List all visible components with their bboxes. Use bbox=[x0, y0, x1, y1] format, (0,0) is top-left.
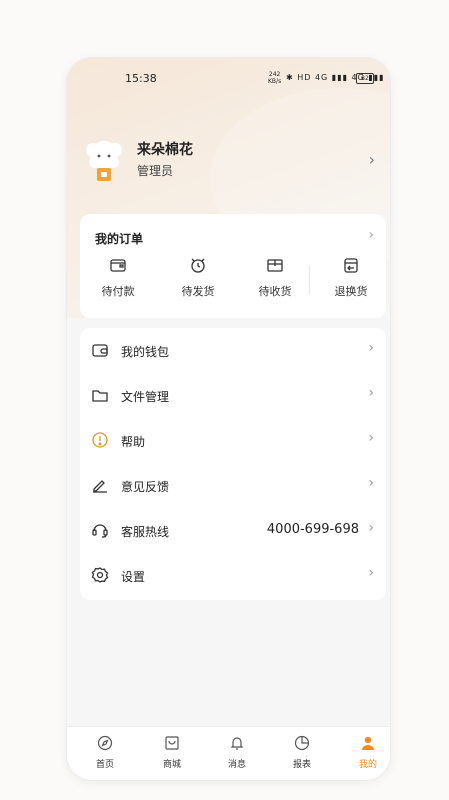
chevron-right-icon[interactable]: › bbox=[368, 227, 374, 243]
tab-label: 商城 bbox=[162, 760, 181, 770]
menu-item-feedback[interactable]: 意见反馈 › bbox=[80, 463, 386, 508]
menu-label: 设置 bbox=[121, 570, 146, 584]
pen-icon bbox=[93, 480, 107, 493]
compass-icon bbox=[97, 735, 113, 751]
tab-reports[interactable]: 报表 bbox=[282, 735, 322, 770]
battery-icon: 82 bbox=[356, 73, 374, 84]
menu-label: 文件管理 bbox=[121, 390, 170, 404]
tab-label: 我的 bbox=[358, 760, 377, 770]
menu-label: 我的钱包 bbox=[121, 345, 170, 359]
phone-screen: 15:38 242 KB/s ✱ HD 4G ▮▮▮ 4G ▮▮▮ 82 来朵棉花… bbox=[66, 57, 391, 781]
tab-messages[interactable]: 消息 bbox=[217, 735, 257, 770]
order-label: 待付款 bbox=[101, 285, 135, 298]
user-name: 来朵棉花 bbox=[137, 142, 193, 158]
order-label: 待发货 bbox=[181, 285, 215, 298]
status-time: 15:38 bbox=[125, 72, 157, 85]
order-returns[interactable]: 退换货 bbox=[316, 256, 386, 299]
menu-item-settings[interactable]: 设置 › bbox=[80, 553, 386, 598]
folder-icon bbox=[92, 390, 108, 402]
user-role: 管理员 bbox=[137, 164, 174, 178]
person-icon bbox=[362, 736, 374, 750]
alarm-clock-icon bbox=[191, 258, 205, 273]
bottom-tab-bar: 首页 商城 消息 报表 我的 bbox=[67, 726, 390, 780]
pie-chart-icon bbox=[294, 735, 310, 751]
tab-label: 报表 bbox=[292, 760, 311, 770]
chevron-right-icon: › bbox=[368, 520, 374, 536]
menu-label: 意见反馈 bbox=[121, 480, 170, 494]
chevron-right-icon: › bbox=[368, 340, 374, 356]
chevron-right-icon: › bbox=[368, 565, 374, 581]
tab-label: 首页 bbox=[95, 760, 114, 770]
net-speed-value: 242 bbox=[268, 71, 281, 78]
help-icon bbox=[92, 432, 108, 448]
divider bbox=[309, 266, 310, 294]
wallet-icon bbox=[92, 344, 108, 357]
menu-item-wallet[interactable]: 我的钱包 › bbox=[80, 328, 386, 373]
order-to-ship[interactable]: 待发货 bbox=[163, 256, 233, 299]
box-icon bbox=[267, 259, 283, 272]
order-label: 待收货 bbox=[258, 285, 292, 298]
avatar bbox=[86, 141, 122, 181]
orders-card: 我的订单 › 待付款 待发货 待收货 退换货 bbox=[80, 214, 386, 318]
orders-title[interactable]: 我的订单 bbox=[95, 230, 143, 247]
bell-icon bbox=[230, 737, 244, 750]
menu-item-files[interactable]: 文件管理 › bbox=[80, 373, 386, 418]
net-speed-unit: KB/s bbox=[268, 78, 282, 85]
chevron-right-icon: › bbox=[368, 475, 374, 491]
menu-label: 客服热线 bbox=[121, 525, 170, 539]
chevron-right-icon: › bbox=[368, 430, 374, 446]
headset-icon bbox=[92, 524, 108, 538]
tab-label: 消息 bbox=[227, 760, 246, 770]
menu-item-help[interactable]: 帮助 › bbox=[80, 418, 386, 463]
chevron-right-icon: › bbox=[368, 385, 374, 401]
order-to-receive[interactable]: 待收货 bbox=[240, 256, 310, 299]
hotline-number: 4000-699-698 bbox=[266, 522, 359, 537]
shop-icon bbox=[165, 736, 179, 750]
menu-label: 帮助 bbox=[121, 435, 146, 449]
net-speed: 242 KB/s bbox=[268, 71, 281, 85]
menu-item-hotline[interactable]: 客服热线 4000-699-698 › bbox=[80, 508, 386, 553]
menu-card: 我的钱包 › 文件管理 › 帮助 › 意见反馈 › 客服热线 4000-699-… bbox=[80, 328, 386, 600]
return-box-icon bbox=[344, 258, 358, 273]
order-pending-payment[interactable]: 待付款 bbox=[83, 256, 153, 299]
order-label: 退换货 bbox=[334, 285, 368, 298]
tab-mine[interactable]: 我的 bbox=[348, 735, 388, 770]
profile-row[interactable]: 来朵棉花 管理员 › bbox=[83, 138, 383, 188]
tab-home[interactable]: 首页 bbox=[85, 735, 125, 770]
chevron-right-icon: › bbox=[368, 150, 375, 169]
wallet-card-icon bbox=[110, 259, 126, 272]
tab-shop[interactable]: 商城 bbox=[152, 735, 192, 770]
status-bar: 15:38 242 KB/s ✱ HD 4G ▮▮▮ 4G ▮▮▮ 82 bbox=[67, 71, 390, 89]
gear-icon bbox=[91, 567, 109, 583]
